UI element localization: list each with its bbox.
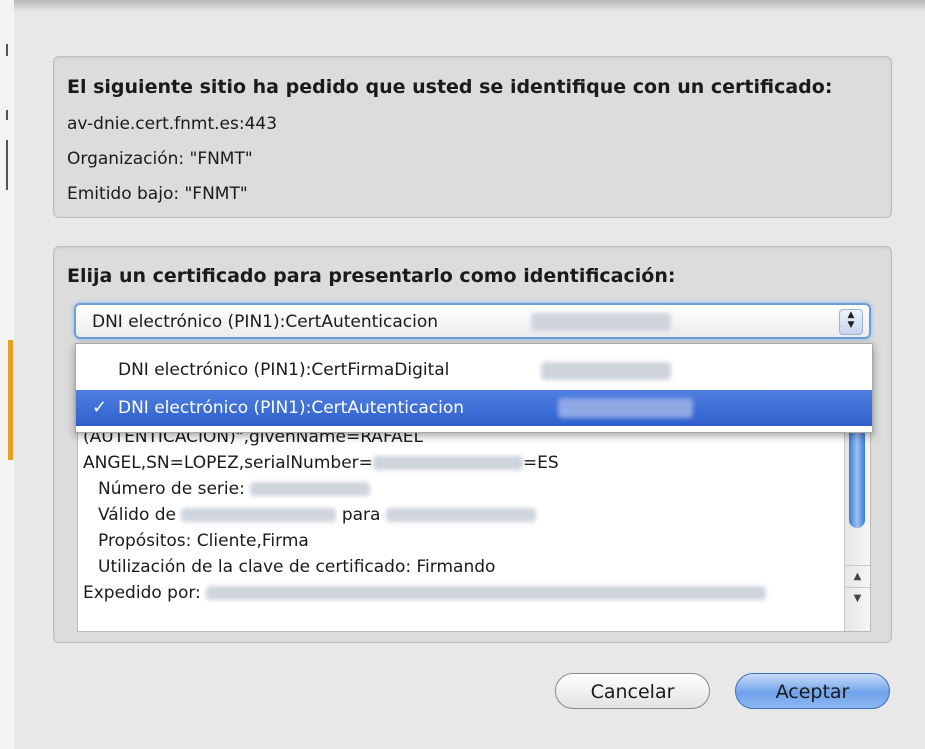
certificate-select[interactable]: DNI electrónico (PIN1):CertAutenticacion… xyxy=(74,303,871,339)
certificate-option-label: DNI electrónico (PIN1):CertFirmaDigital xyxy=(118,360,450,380)
edge-mark xyxy=(6,140,8,190)
redacted-issuer xyxy=(206,586,767,600)
site-issued-under: Emitido bajo: "FNMT" xyxy=(67,184,248,204)
chevron-up-down-icon: ▲ ▼ xyxy=(839,309,863,335)
certificate-select-value: DNI electrónico (PIN1):CertAutenticacion xyxy=(92,312,439,332)
redacted-select-serial xyxy=(531,313,671,331)
redacted-serial-number xyxy=(372,456,523,470)
checkmark-icon: ✓ xyxy=(92,397,108,418)
background-window-accent xyxy=(8,340,13,460)
redacted-option-serial xyxy=(541,362,671,380)
details-key-usage: Utilización de la clave de certificado: … xyxy=(98,557,496,577)
certificate-dropdown-menu: DNI electrónico (PIN1):CertFirmaDigital … xyxy=(75,343,873,433)
redacted-serial xyxy=(250,482,371,496)
details-issued-by: Expedido por: xyxy=(83,583,767,603)
details-purposes: Propósitos: Cliente,Firma xyxy=(98,531,309,551)
site-organization: Organización: "FNMT" xyxy=(67,149,253,169)
certificate-option[interactable]: DNI electrónico (PIN1):CertFirmaDigital xyxy=(76,352,872,388)
details-name-suffix: =ES xyxy=(522,453,559,473)
certificate-choice-heading: Elija un certificado para presentarlo co… xyxy=(67,265,676,287)
details-name-prefix: ANGEL,SN=LOPEZ,serialNumber= xyxy=(83,453,373,473)
edge-mark xyxy=(6,44,8,56)
redacted-option-serial xyxy=(558,398,693,418)
details-serial-label: Número de serie: xyxy=(98,479,245,499)
details-validity: Válido de para xyxy=(98,505,536,525)
details-name-line: ANGEL,SN=LOPEZ,serialNumber= =ES xyxy=(83,453,559,473)
details-issued-by-label: Expedido por: xyxy=(83,583,201,603)
sheet-shadow xyxy=(14,0,925,12)
details-valid-from-label: Válido de xyxy=(98,505,177,525)
scroll-up-icon[interactable]: ▲ xyxy=(845,565,870,588)
site-host: av-dnie.cert.fnmt.es:443 xyxy=(67,114,278,134)
cancel-button[interactable]: Cancelar xyxy=(555,673,710,709)
site-request-heading: El siguiente sitio ha pedido que usted s… xyxy=(67,76,833,98)
redacted-valid-to xyxy=(385,508,536,522)
details-valid-to-label: para xyxy=(341,505,381,525)
redacted-valid-from xyxy=(181,508,337,522)
scroll-down-icon[interactable]: ▼ xyxy=(845,587,870,610)
edge-mark xyxy=(6,110,8,120)
certificate-option-label: DNI electrónico (PIN1):CertAutenticacion xyxy=(118,398,465,418)
window-edge xyxy=(0,0,14,749)
details-serial: Número de serie: xyxy=(98,479,371,499)
certificate-option-selected[interactable]: ✓ DNI electrónico (PIN1):CertAutenticaci… xyxy=(76,390,872,426)
accept-button[interactable]: Aceptar xyxy=(735,673,890,709)
